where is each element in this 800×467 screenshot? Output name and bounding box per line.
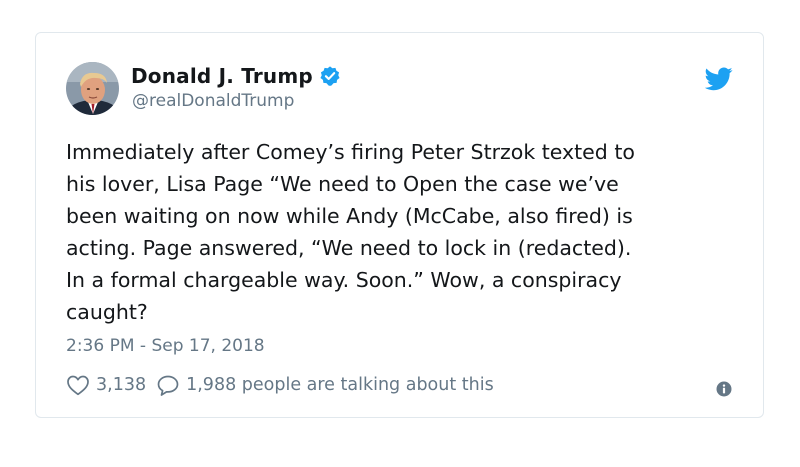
tweet-text-line: In a formal chargeable way. Soon.” Wow, …	[66, 268, 622, 292]
talking-count: 1,988 people are talking about this	[186, 375, 494, 395]
author-display-name[interactable]: Donald J. Trump	[131, 64, 313, 88]
speech-bubble-icon	[156, 374, 180, 396]
tweet-card: Donald J. Trump @realDonaldTrump Immedia…	[35, 32, 764, 418]
info-icon[interactable]	[716, 381, 732, 397]
heart-icon	[66, 374, 90, 396]
like-button[interactable]: 3,138	[66, 374, 146, 396]
avatar[interactable]	[66, 62, 119, 115]
tweet-text: Immediately after Comey’s firing Peter S…	[66, 136, 746, 328]
tweet-text-line: Immediately after Comey’s firing Peter S…	[66, 140, 635, 164]
tweet-text-line: been waiting on now while Andy (McCabe, …	[66, 204, 633, 228]
tweet-text-line: caught?	[66, 300, 148, 324]
reply-button[interactable]: 1,988 people are talking about this	[156, 374, 494, 396]
tweet-text-line: acting. Page answered, “We need to lock …	[66, 236, 632, 260]
author-handle[interactable]: @realDonaldTrump	[132, 91, 294, 111]
tweet-actions: 3,138 1,988 people are talking about thi…	[66, 374, 494, 396]
twitter-bird-icon[interactable]	[704, 67, 733, 91]
author-name-row[interactable]: Donald J. Trump	[131, 64, 341, 88]
verified-badge-icon	[319, 65, 341, 87]
like-count: 3,138	[96, 375, 147, 395]
tweet-text-line: his lover, Lisa Page “We need to Open th…	[66, 172, 619, 196]
tweet-timestamp[interactable]: 2:36 PM - Sep 17, 2018	[66, 336, 265, 356]
